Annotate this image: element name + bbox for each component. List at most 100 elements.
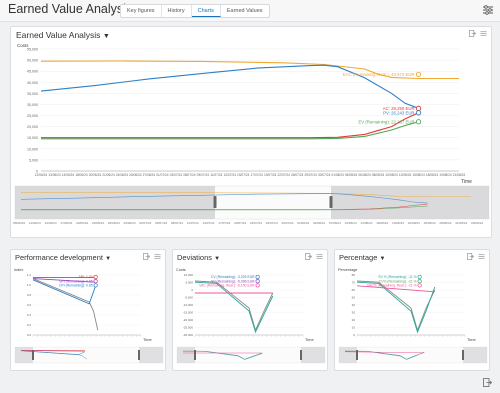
navigator-tick-label: 03/09/24 xyxy=(471,221,483,225)
y-tick-label: -25,000 xyxy=(183,326,194,330)
navigator-tick-label: 20/06/24 xyxy=(76,221,88,225)
x-tick-label: 26/07/24 xyxy=(291,173,304,177)
navigator-mask-left xyxy=(177,347,195,363)
tab-charts[interactable]: Charts xyxy=(191,5,221,17)
y-tick-label: 45,000 xyxy=(27,70,38,74)
settings-icon[interactable] xyxy=(154,253,161,260)
y-tick-label: 1.2 xyxy=(27,273,32,277)
navigator-tick-label: 23/06/24 xyxy=(92,221,104,225)
navigator-tick-label: 26/07/24 xyxy=(266,221,278,225)
navigator-mask-right xyxy=(301,347,325,363)
series-annotation: VAC% (Remaining, Real.): -21 % xyxy=(367,284,417,288)
settings-icon[interactable] xyxy=(482,4,494,16)
series-endpoint-marker[interactable] xyxy=(255,279,260,284)
export-icon[interactable] xyxy=(483,378,492,387)
navigator-handle[interactable] xyxy=(32,350,34,360)
x-axis-label: Time xyxy=(467,337,477,342)
x-tick-label: 29/07/24 xyxy=(304,173,317,177)
series-line xyxy=(356,281,436,334)
deviations-title-dropdown[interactable]: Deviations ▼ xyxy=(177,253,220,262)
navigator-handle[interactable] xyxy=(300,350,302,360)
y-tick-label: 10 xyxy=(352,326,356,330)
navigator-tick-label: 10/08/24 xyxy=(345,221,357,225)
navigator-handle[interactable] xyxy=(213,196,217,208)
series-endpoint-marker[interactable] xyxy=(255,283,260,288)
chevron-down-icon: ▼ xyxy=(379,256,386,262)
navigator-tick-label: 04/08/24 xyxy=(313,221,325,225)
y-tick-label: 10,000 xyxy=(27,147,38,151)
navigator-tick-label: 11/06/24 xyxy=(29,221,41,225)
series-endpoint-marker[interactable] xyxy=(415,110,422,116)
series-endpoint-marker[interactable] xyxy=(415,105,422,111)
series-endpoint-marker[interactable] xyxy=(415,71,422,77)
performance-plot: Index1.21.00.80.60.40.20.0TimeAPI: 1.00S… xyxy=(14,268,164,364)
series-endpoint-marker[interactable] xyxy=(417,283,422,288)
navigator-tick-label: 14/07/24 xyxy=(202,221,214,225)
x-tick-label: 27/06/24 xyxy=(143,173,156,177)
x-tick-label: 13/06/24 xyxy=(48,173,61,177)
series-annotation: VAC (Remaining, Real.): -6,150 EUR xyxy=(199,284,255,288)
navigator-handle[interactable] xyxy=(194,350,196,360)
x-tick-label: 09/07/24 xyxy=(197,173,210,177)
navigator-tick-label: 20/07/24 xyxy=(234,221,246,225)
navigator-tick-label: 17/06/24 xyxy=(60,221,72,225)
navigator-handle[interactable] xyxy=(356,350,358,360)
y-tick-label: 40 xyxy=(352,303,356,307)
y-tick-label: 0.4 xyxy=(27,313,32,317)
series-endpoint-marker[interactable] xyxy=(417,279,422,284)
chevron-down-icon: ▼ xyxy=(105,256,112,262)
x-tick-label: 18/08/24 xyxy=(426,173,439,177)
tab-earned-values[interactable]: Earned Values xyxy=(221,5,269,17)
series-endpoint-marker[interactable] xyxy=(93,279,98,284)
x-tick-label: 01/08/24 xyxy=(331,173,344,177)
performance-title-dropdown[interactable]: Performance development ▼ xyxy=(15,253,111,262)
x-tick-label: 12/07/24 xyxy=(224,173,237,177)
navigator-tick-label: 13/08/24 xyxy=(360,221,372,225)
export-icon[interactable] xyxy=(143,253,150,260)
export-icon[interactable] xyxy=(305,253,312,260)
tab-key-figures[interactable]: Key figures xyxy=(121,5,162,17)
y-tick-label: 80 xyxy=(352,273,356,277)
y-axis-label: Costs xyxy=(176,268,186,272)
performance-card: Performance development ▼ Index 1.2 1.0 0.8… xyxy=(10,249,166,371)
x-tick-label: 18/06/24 xyxy=(75,173,88,177)
navigator-mask-left xyxy=(15,186,215,219)
navigator-tick-label: 28/08/24 xyxy=(439,221,451,225)
x-tick-label: 08/08/24 xyxy=(372,173,385,177)
settings-icon[interactable] xyxy=(480,30,487,37)
chevron-down-icon: ▼ xyxy=(214,256,221,262)
performance-title: Performance development xyxy=(15,253,103,262)
deviations-title: Deviations xyxy=(177,253,213,262)
navigator-handle[interactable] xyxy=(462,350,464,360)
x-tick-label: 12/08/24 xyxy=(399,173,412,177)
y-tick-label: 55,000 xyxy=(27,48,38,52)
navigator-handle[interactable] xyxy=(138,350,140,360)
series-line xyxy=(41,121,419,140)
series-endpoint-marker[interactable] xyxy=(93,274,98,280)
series-endpoint-marker[interactable] xyxy=(417,274,422,280)
percentage-title-dropdown[interactable]: Percentage ▼ xyxy=(339,253,385,262)
x-axis-label: Time xyxy=(143,337,153,342)
y-tick-label: 70 xyxy=(352,281,356,285)
series-endpoint-marker[interactable] xyxy=(93,283,98,288)
navigator-tick-label: 17/07/24 xyxy=(218,221,230,225)
tab-history[interactable]: History xyxy=(162,5,192,17)
y-axis-label: Percentage xyxy=(338,268,357,272)
y-tick-label: 0 xyxy=(191,288,193,292)
settings-icon[interactable] xyxy=(316,253,323,260)
navigator-tick-label: 16/08/24 xyxy=(376,221,388,225)
navigator-handle[interactable] xyxy=(329,196,333,208)
export-icon[interactable] xyxy=(467,253,474,260)
percentage-icons xyxy=(467,253,485,260)
y-tick-label: -15,000 xyxy=(183,311,194,315)
navigator-tick-label: 19/08/24 xyxy=(392,221,404,225)
series-endpoint-marker[interactable] xyxy=(415,119,422,125)
y-tick-label: 30 xyxy=(352,311,356,315)
export-icon[interactable] xyxy=(469,30,476,37)
navigator-tick-label: 26/06/24 xyxy=(108,221,120,225)
series-annotation: EAC (Remaining, Real.): 43,572 EUR xyxy=(343,72,415,77)
y-tick-label: 5,000 xyxy=(185,281,193,285)
settings-icon[interactable] xyxy=(478,253,485,260)
series-endpoint-marker[interactable] xyxy=(255,274,260,280)
x-tick-label: 21/08/24 xyxy=(453,173,466,177)
